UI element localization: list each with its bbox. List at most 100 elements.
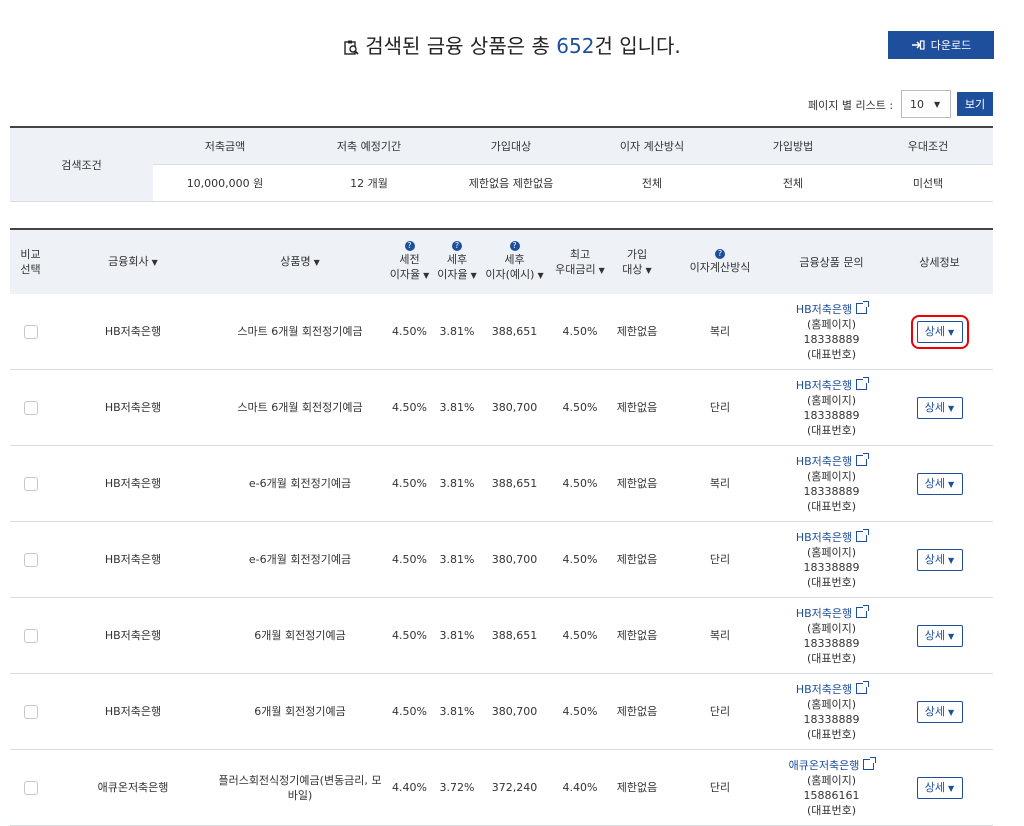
sort-down-icon: ▼ [645, 265, 652, 275]
col-product[interactable]: 상품명 ▼ [215, 228, 385, 294]
chevron-down-icon: ▼ [948, 479, 955, 489]
compare-cell [10, 673, 51, 750]
detail-button[interactable]: 상세 ▼ [916, 700, 963, 723]
pretax-rate-cell: 4.50% [385, 521, 434, 598]
chevron-down-icon: ▼ [934, 99, 941, 109]
help-icon[interactable]: ? [509, 241, 520, 251]
detail-button[interactable]: 상세 ▼ [916, 624, 963, 647]
detail-button[interactable]: 상세 ▼ [910, 314, 969, 349]
detail-cell: 상세 ▼ [886, 369, 993, 446]
company-cell: HB저축은행 [51, 369, 215, 446]
condition-header: 우대조건 [863, 126, 993, 165]
sort-down-icon: ▼ [598, 265, 605, 275]
help-icon[interactable]: ? [452, 241, 462, 251]
compare-checkbox[interactable] [23, 401, 38, 415]
inquiry-cell: HB저축은행 (홈페이지) 18338889 (대표번호) [777, 597, 886, 674]
homepage-label: (홈페이지) [806, 773, 857, 787]
product-cell: e-6개월 회전정기예금 [215, 521, 385, 598]
chevron-down-icon: ▼ [948, 403, 955, 413]
condition-header: 이자 계산방식 [581, 126, 723, 165]
external-link-icon [856, 452, 870, 466]
col-max-rate[interactable]: 최고 우대금리 ▼ [549, 228, 611, 294]
company-homepage-link[interactable]: HB저축은행 [796, 604, 870, 620]
col-compare: 비교 선택 [10, 228, 51, 294]
company-homepage-link[interactable]: HB저축은행 [796, 300, 870, 316]
col-pretax-rate[interactable]: ? 세전 이자율 ▼ [385, 228, 434, 294]
phone-number: 18338889 [803, 712, 860, 726]
condition-value: 12 개월 [297, 164, 441, 202]
table-row: HB저축은행 6개월 회전정기예금 4.50% 3.81% 388,651 4.50% 제한… [10, 597, 993, 674]
pretax-rate-cell: 4.40% [385, 749, 434, 826]
col-posttax-rate[interactable]: ? 세후 이자율 ▼ [434, 228, 480, 294]
method-cell: 단리 [663, 369, 777, 446]
page-size-select[interactable]: 10 ▼ [901, 90, 951, 118]
homepage-label: (홈페이지) [806, 545, 857, 559]
table-row: 애큐온저축은행 플러스회전식정기예금(변동금리, 모바일) 4.40% 3.72% 37… [10, 749, 993, 826]
help-icon[interactable]: ? [715, 249, 725, 259]
search-conditions-table: 검색조건 저축금액 저축 예정기간 가입대상 이자 계산방식 가입방법 우대조건… [10, 126, 993, 202]
chevron-down-icon: ▼ [948, 707, 955, 717]
compare-checkbox[interactable] [23, 705, 38, 719]
sort-down-icon: ▼ [423, 271, 430, 280]
detail-cell: 상세 ▼ [886, 445, 993, 522]
detail-button[interactable]: 상세 ▼ [916, 776, 963, 799]
posttax-interest-cell: 388,651 [480, 597, 549, 674]
product-cell: 스마트 6개월 회전정기예금 [215, 369, 385, 446]
page-size-value: 10 [910, 97, 924, 111]
chevron-down-icon: ▼ [948, 327, 955, 337]
method-cell: 단리 [663, 749, 777, 826]
company-homepage-link[interactable]: HB저축은행 [796, 528, 870, 544]
col-detail: 상세정보 [886, 228, 993, 294]
external-link-icon [863, 756, 877, 770]
posttax-interest-cell: 380,700 [480, 673, 549, 750]
max-rate-cell: 4.50% [549, 445, 611, 522]
compare-cell [10, 294, 51, 370]
col-posttax-interest[interactable]: ? 세후 이자(예시) ▼ [480, 228, 549, 294]
company-homepage-link[interactable]: 애큐온저축은행 [789, 756, 877, 772]
col-target[interactable]: 가입 대상 ▼ [611, 228, 663, 294]
help-icon[interactable]: ? [404, 241, 415, 251]
compare-checkbox[interactable] [23, 477, 38, 491]
detail-cell: 상세 ▼ [886, 597, 993, 674]
sort-down-icon: ▼ [313, 258, 320, 267]
posttax-rate-cell: 3.81% [434, 369, 480, 446]
clipboard-search-icon [344, 40, 359, 55]
company-homepage-link[interactable]: HB저축은행 [796, 452, 870, 468]
inquiry-cell: HB저축은행 (홈페이지) 18338889 (대표번호) [777, 294, 886, 370]
condition-value: 미선택 [863, 164, 993, 202]
method-cell: 단리 [663, 521, 777, 598]
posttax-rate-cell: 3.72% [434, 749, 480, 826]
company-homepage-link[interactable]: HB저축은행 [796, 680, 870, 696]
compare-cell [10, 369, 51, 446]
compare-cell [10, 521, 51, 598]
compare-checkbox[interactable] [23, 781, 38, 795]
max-rate-cell: 4.40% [549, 749, 611, 826]
detail-button[interactable]: 상세 ▼ [916, 472, 963, 495]
table-row: HB저축은행 e-6개월 회전정기예금 4.50% 3.81% 380,700 4.50%… [10, 521, 993, 598]
method-cell: 복리 [663, 597, 777, 674]
max-rate-cell: 4.50% [549, 673, 611, 750]
pretax-rate-cell: 4.50% [385, 673, 434, 750]
compare-checkbox[interactable] [23, 325, 38, 339]
homepage-label: (홈페이지) [806, 697, 857, 711]
phone-label: (대표번호) [806, 423, 857, 437]
compare-checkbox[interactable] [23, 629, 38, 643]
compare-checkbox[interactable] [23, 553, 38, 567]
homepage-label: (홈페이지) [806, 393, 857, 407]
inquiry-cell: HB저축은행 (홈페이지) 18338889 (대표번호) [777, 445, 886, 522]
homepage-label: (홈페이지) [806, 621, 857, 635]
inquiry-cell: HB저축은행 (홈페이지) 18338889 (대표번호) [777, 369, 886, 446]
condition-value: 제한없음 제한없음 [441, 164, 581, 202]
target-cell: 제한없음 [611, 521, 663, 598]
compare-cell [10, 749, 51, 826]
page-size-bar: 페이지 별 리스트 : 10 ▼ 보기 [0, 90, 1024, 120]
detail-button[interactable]: 상세 ▼ [916, 396, 963, 419]
col-company[interactable]: 금융회사 ▼ [51, 228, 215, 294]
method-cell: 복리 [663, 445, 777, 522]
view-button[interactable]: 보기 [957, 92, 993, 116]
condition-value: 전체 [581, 164, 723, 202]
detail-button[interactable]: 상세 ▼ [916, 548, 963, 571]
download-button[interactable]: 다운로드 [888, 31, 994, 59]
company-homepage-link[interactable]: HB저축은행 [796, 376, 870, 392]
chevron-down-icon: ▼ [948, 555, 955, 565]
